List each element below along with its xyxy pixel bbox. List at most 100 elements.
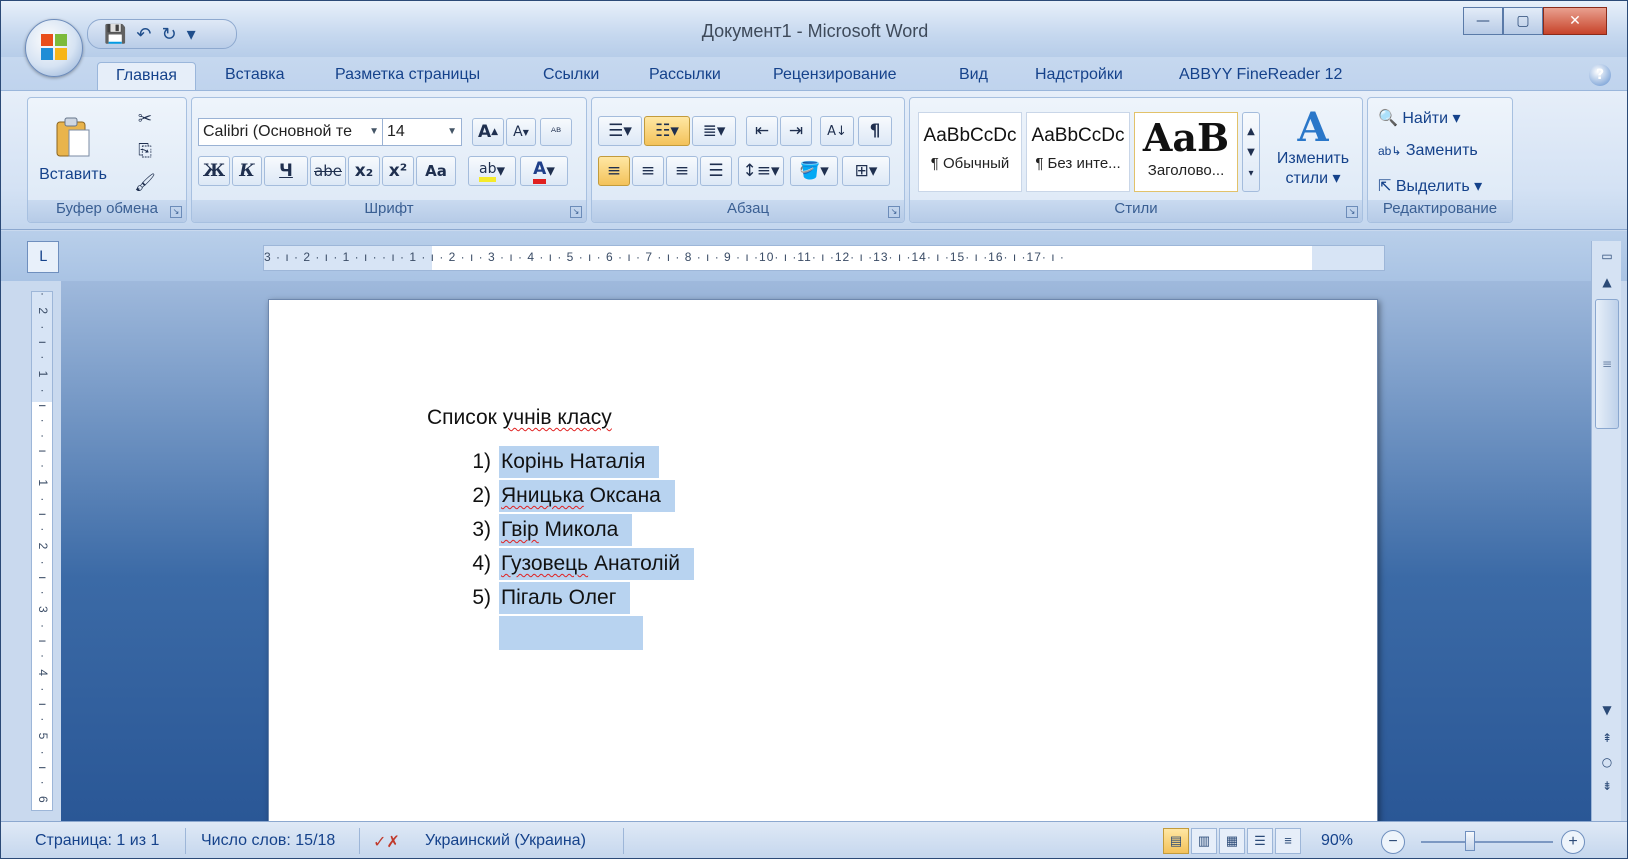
shading-button[interactable]: 🪣▾ [790,156,838,186]
page-count[interactable]: Страница: 1 из 1 [35,832,159,850]
font-size-combo[interactable]: 14 ▼ [382,118,462,146]
paragraph-launcher-icon[interactable]: ↘ [888,206,900,218]
borders-button[interactable]: ⊞▾ [842,156,890,186]
style-no-spacing[interactable]: AaBbCcDc ¶ Без инте... [1026,112,1130,192]
shrink-font-button[interactable]: A ▼ [506,118,536,146]
style-heading[interactable]: AaB Заголово... [1134,112,1238,192]
underline-button[interactable]: Ч [264,156,308,186]
cursor-icon: ⇱ [1378,178,1392,195]
bullets-button[interactable]: ☰▾ [598,116,642,146]
superscript-button[interactable]: x² [382,156,414,186]
web-layout-icon[interactable]: ▦ [1219,828,1245,854]
office-button[interactable] [25,19,83,77]
subscript-button[interactable]: x₂ [348,156,380,186]
find-button[interactable]: 🔍 Найти ▾ [1378,108,1461,128]
font-name-value: Calibri (Основной те [203,123,352,140]
styles-scroll[interactable]: ▲ ▼ ▾ [1242,112,1260,192]
change-styles-button[interactable]: A Изменить стили ▾ [1270,106,1356,188]
align-left-button[interactable]: ≡ [598,156,630,186]
paste-button[interactable]: Вставить [38,104,108,196]
justify-button[interactable]: ☰ [700,156,732,186]
font-color-icon: A [533,159,547,184]
format-painter-icon[interactable]: 🖌 [132,170,158,196]
font-launcher-icon[interactable]: ↘ [570,206,582,218]
zoom-in-icon[interactable]: + [1561,830,1585,854]
draft-icon[interactable]: ≡ [1275,828,1301,854]
italic-button[interactable]: К [232,156,262,186]
view-ruler-icon[interactable]: ▭ [1595,245,1619,267]
document-page[interactable]: Список учнів класу 1) Корінь Наталія 2) … [268,299,1378,839]
minimize-button[interactable]: — [1463,7,1503,35]
highlight-button[interactable]: ab ▾ [468,156,516,186]
scroll-thumb[interactable]: ≡ [1595,299,1619,429]
tab-review[interactable]: Рецензирование [773,62,897,91]
vertical-scrollbar[interactable]: ▭ ▲ ≡ ▼ ⇞ ○ ⇟ [1591,241,1621,821]
font-color-button[interactable]: A ▾ [520,156,568,186]
tab-references[interactable]: Ссылки [543,62,599,91]
increase-indent-button[interactable]: ⇥ [780,116,812,146]
word-window: 💾 ↶ ↻ ▾ Документ1 - Microsoft Word — ▢ ✕… [0,0,1628,859]
word-count[interactable]: Число слов: 15/18 [201,832,335,850]
multilevel-list-button[interactable]: ≣▾ [692,116,736,146]
font-name-combo[interactable]: Calibri (Основной те ▼ [198,118,384,146]
align-center-button[interactable]: ≡ [632,156,664,186]
zoom-slider-thumb[interactable] [1465,831,1475,851]
previous-page-icon[interactable]: ⇞ [1595,727,1619,749]
scroll-down-icon[interactable]: ▼ [1595,699,1619,721]
outline-icon[interactable]: ☰ [1247,828,1273,854]
grow-font-button[interactable]: A ▲ [472,118,504,146]
maximize-button[interactable]: ▢ [1503,7,1543,35]
change-styles-icon: A [1297,104,1329,151]
vertical-ruler-ticks: · 2 · ı · 1 · ı · · ı · 1 · ı · 2 · ı · … [36,292,50,811]
show-marks-button[interactable]: ¶ [858,116,892,146]
select-button[interactable]: ⇱ Выделить ▾ [1378,176,1482,196]
proofing-icon[interactable]: ✓✗ [373,832,400,852]
line-spacing-button[interactable]: ↕≡▾ [738,156,784,186]
select-browse-object-icon[interactable]: ○ [1595,751,1619,773]
chevron-down-icon: ▼ [369,126,379,137]
list-item-text: Пігаль Олег [499,582,631,614]
replace-button[interactable]: ab↳ Заменить [1378,142,1478,160]
align-right-button[interactable]: ≡ [666,156,698,186]
tab-home[interactable]: Главная [97,62,196,91]
zoom-level[interactable]: 90% [1321,832,1353,850]
tab-insert[interactable]: Вставка [225,62,284,91]
office-logo-icon [41,34,69,62]
print-layout-icon[interactable]: ▤ [1163,828,1189,854]
paragraph-group-label: Абзац [592,200,904,222]
close-button[interactable]: ✕ [1543,7,1607,35]
binoculars-icon: 🔍 [1378,110,1398,127]
clipboard-group: Вставить ✂ ⎘ 🖌 Буфер обмена ↘ [27,97,187,223]
paste-label: Вставить [39,166,107,183]
tab-abbyy[interactable]: ABBYY FineReader 12 [1179,62,1342,91]
editing-group-label: Редактирование [1368,200,1512,222]
full-screen-reading-icon[interactable]: ▥ [1191,828,1217,854]
change-case-button[interactable]: Aa [416,156,456,186]
style-normal[interactable]: AaBbCcDc ¶ Обычный [918,112,1022,192]
strikethrough-button[interactable]: abe [310,156,346,186]
zoom-out-icon[interactable]: − [1381,830,1405,854]
tab-view[interactable]: Вид [959,62,988,91]
language-indicator[interactable]: Украинский (Украина) [425,832,586,850]
help-icon[interactable]: ? [1589,64,1611,86]
tab-page-layout[interactable]: Разметка страницы [335,62,480,91]
copy-icon[interactable]: ⎘ [132,138,158,164]
numbering-button[interactable]: ☷▾ [644,116,690,146]
tab-selector[interactable]: L [27,241,59,273]
tab-addins[interactable]: Надстройки [1035,62,1123,91]
decrease-indent-button[interactable]: ⇤ [746,116,778,146]
vertical-ruler[interactable]: · 2 · ı · 1 · ı · · ı · 1 · ı · 2 · ı · … [31,291,53,811]
tab-mailings[interactable]: Рассылки [649,62,721,91]
clear-formatting-button[interactable]: ᴬᴮ [540,118,572,146]
bold-button[interactable]: Ж [198,156,230,186]
clipboard-launcher-icon[interactable]: ↘ [170,206,182,218]
scroll-up-icon[interactable]: ▲ [1595,271,1619,293]
sort-button[interactable]: А↓ [820,116,854,146]
horizontal-ruler[interactable]: 3 · ı · 2 · ı · 1 · ı · · ı · 1 · ı · 2 … [263,245,1385,271]
cut-icon[interactable]: ✂ [132,106,158,132]
next-page-icon[interactable]: ⇟ [1595,775,1619,797]
zoom-slider-track[interactable] [1421,841,1553,843]
window-controls: — ▢ ✕ [1463,7,1607,35]
styles-launcher-icon[interactable]: ↘ [1346,206,1358,218]
document-canvas: Список учнів класу 1) Корінь Наталія 2) … [61,281,1591,839]
